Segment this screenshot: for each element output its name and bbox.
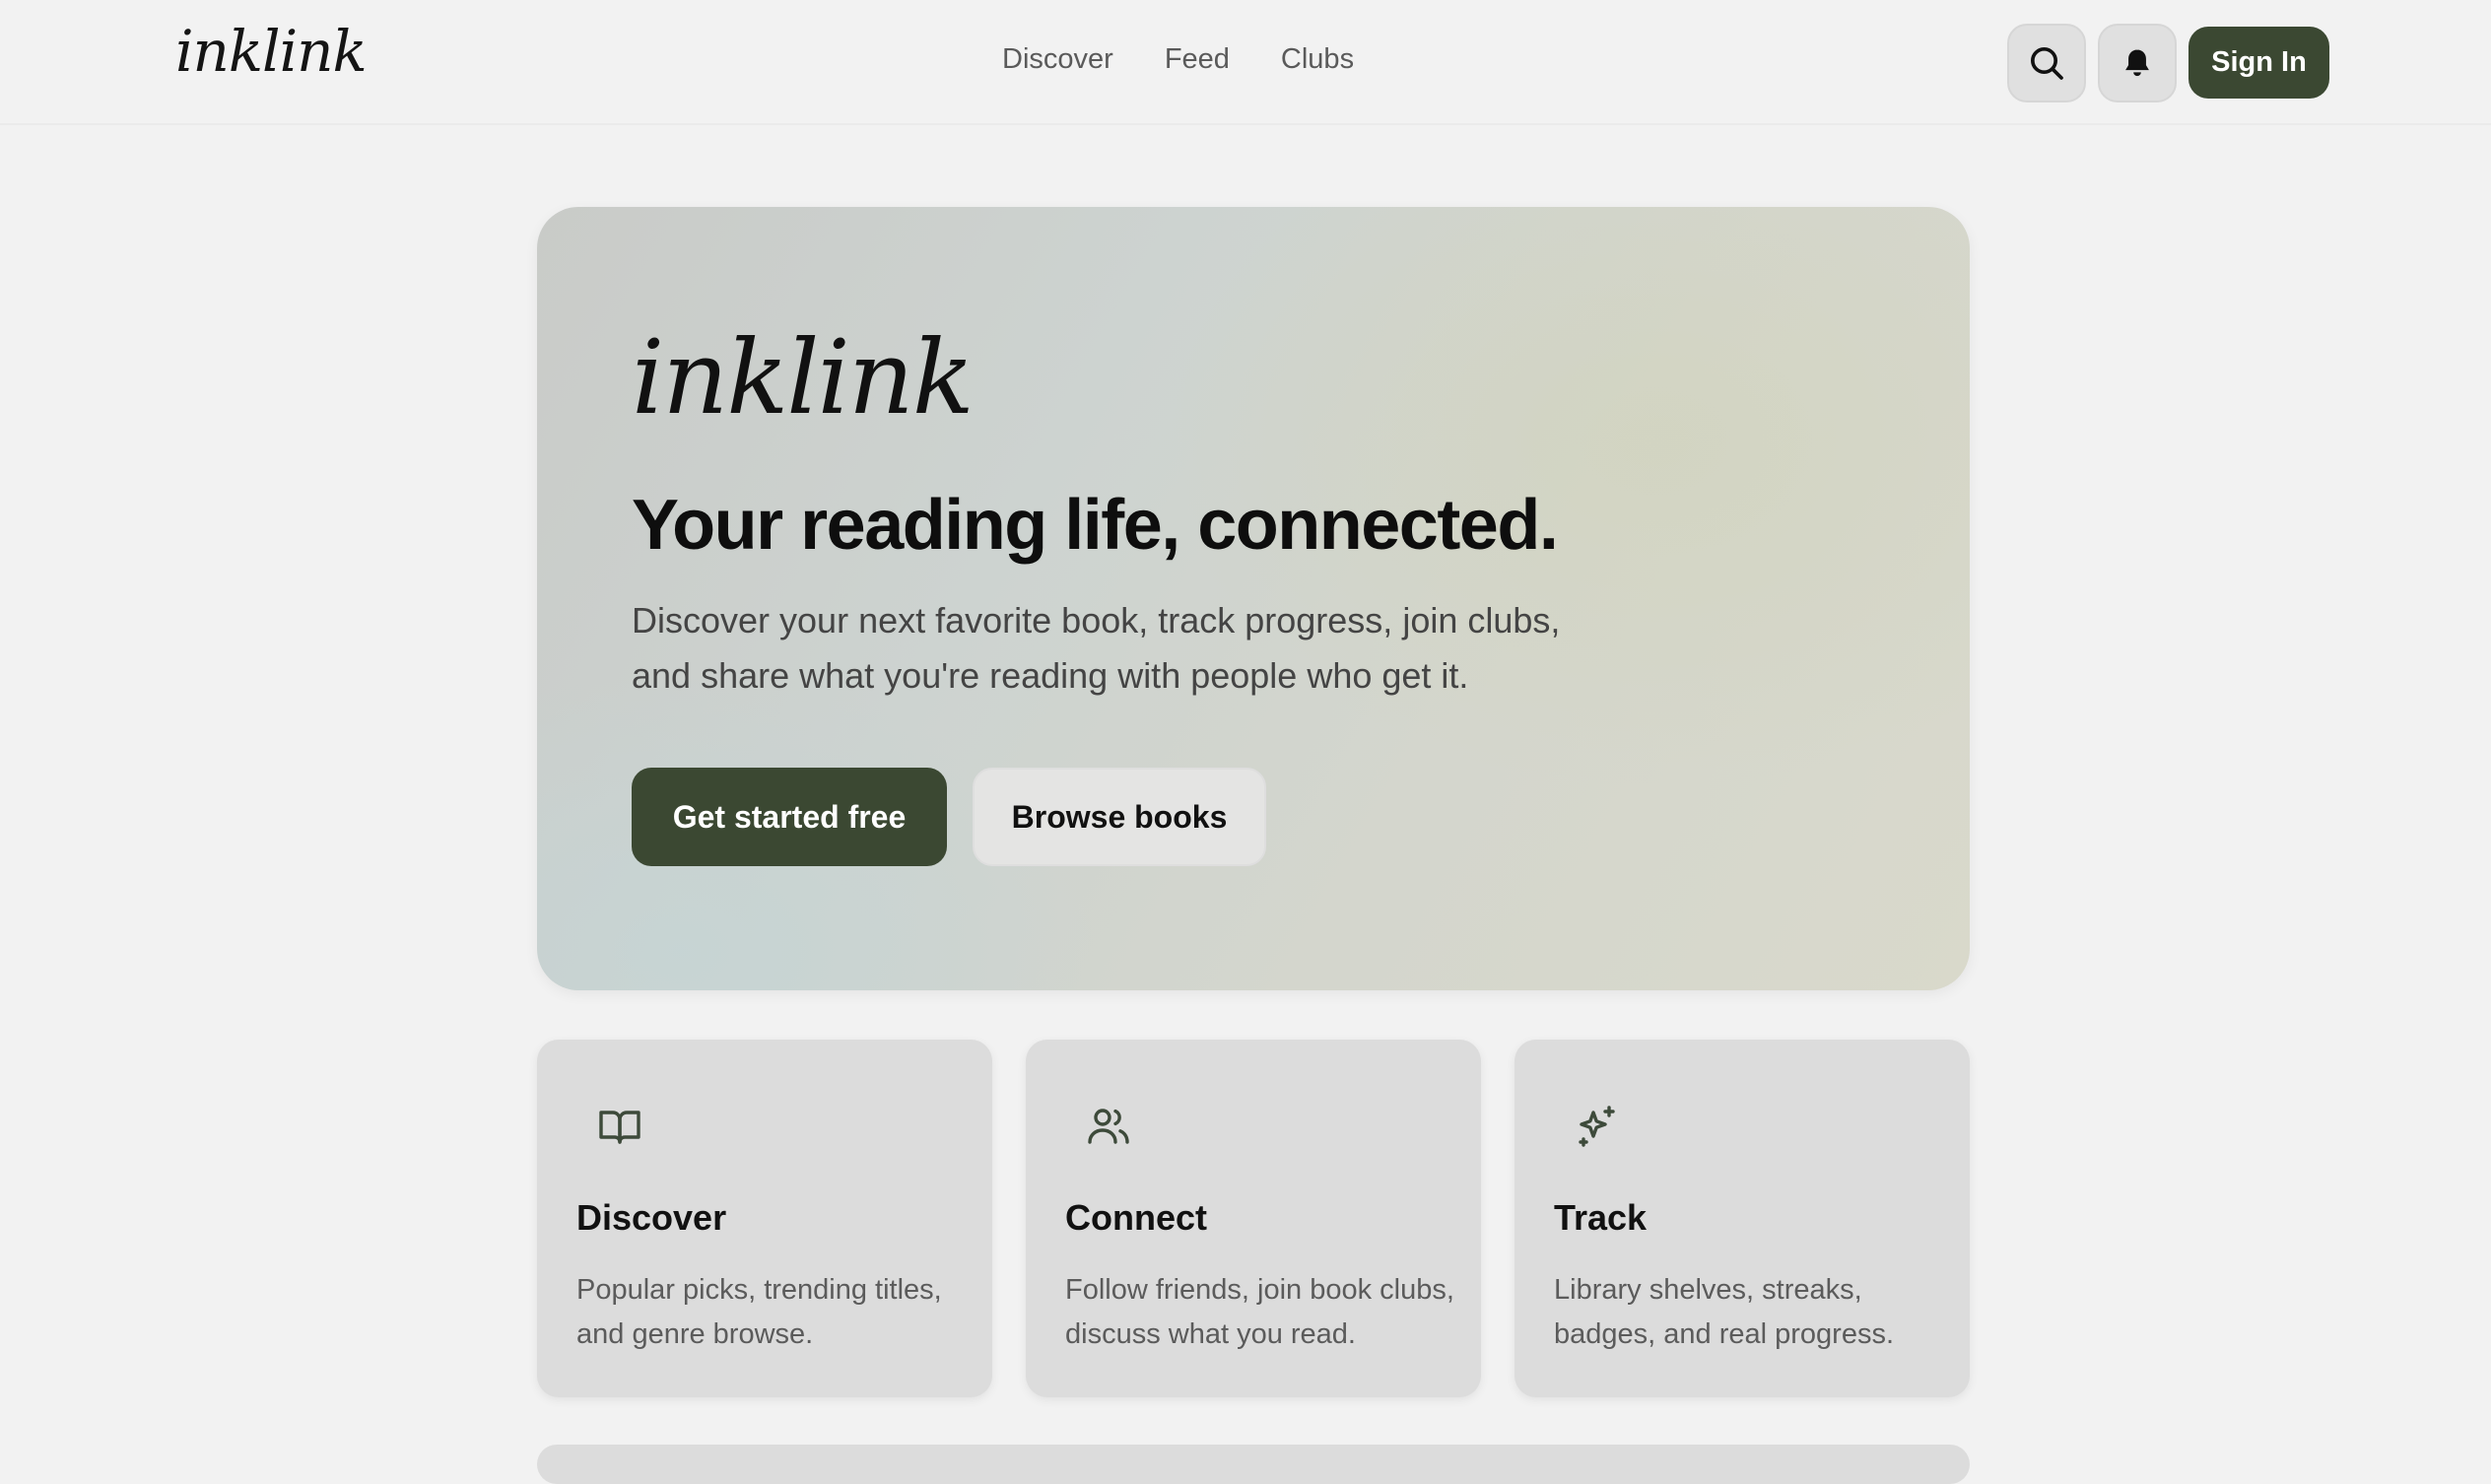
bell-icon — [2125, 49, 2149, 77]
hero-card: inklink Your reading life, connected. Di… — [537, 207, 1970, 990]
main-nav: Discover Feed Clubs — [1002, 43, 1354, 76]
feature-title: Connect — [1065, 1197, 1207, 1238]
hero-subtitle: Discover your next favorite book, track … — [632, 593, 1617, 704]
inklink-logo[interactable]: inklink — [175, 18, 368, 85]
feature-description-line: and genre browse. — [576, 1318, 814, 1350]
feature-title: Track — [1554, 1197, 1648, 1238]
feature-card-track: Track Library shelves, streaks, badges, … — [1515, 1040, 1970, 1397]
next-section-card — [537, 1445, 1970, 1484]
top-navigation-bar: inklink Discover Feed Clubs Sign In — [0, 0, 2491, 125]
feature-description-line: badges, and real progress. — [1554, 1318, 1894, 1350]
notifications-button[interactable] — [2098, 24, 2177, 102]
search-button[interactable] — [2007, 24, 2086, 102]
sign-in-button[interactable]: Sign In — [2188, 27, 2329, 99]
hero-subtitle-line: and share what you're reading with peopl… — [632, 655, 1469, 696]
hero-title: Your reading life, connected. — [632, 486, 1559, 565]
users-icon — [1088, 1109, 1129, 1144]
feature-card-discover: Discover Popular picks, trending titles,… — [537, 1040, 992, 1397]
feature-title: Discover — [576, 1197, 727, 1238]
feature-description-line: discuss what you read. — [1065, 1318, 1356, 1350]
hero-subtitle-line: Discover your next favorite book, track … — [632, 600, 1561, 641]
nav-item-feed[interactable]: Feed — [1165, 43, 1230, 76]
feature-description: Popular picks, trending titles, and genr… — [576, 1268, 971, 1357]
open-book-icon — [599, 1111, 640, 1144]
feature-description-line: Library shelves, streaks, — [1554, 1274, 1862, 1306]
nav-item-discover[interactable]: Discover — [1002, 43, 1113, 76]
feature-description-line: Popular picks, trending titles, — [576, 1274, 942, 1306]
feature-description: Library shelves, streaks, badges, and re… — [1554, 1268, 1948, 1357]
sparkles-icon — [1579, 1106, 1615, 1147]
browse-books-button[interactable]: Browse books — [973, 768, 1266, 866]
get-started-button[interactable]: Get started free — [632, 768, 947, 866]
feature-description-line: Follow friends, join book clubs, — [1065, 1274, 1454, 1306]
feature-card-connect: Connect Follow friends, join book clubs,… — [1026, 1040, 1481, 1397]
feature-description: Follow friends, join book clubs, discuss… — [1065, 1268, 1459, 1357]
nav-item-clubs[interactable]: Clubs — [1281, 43, 1354, 76]
hero-logo: inklink — [632, 317, 975, 438]
search-icon — [2031, 47, 2063, 80]
